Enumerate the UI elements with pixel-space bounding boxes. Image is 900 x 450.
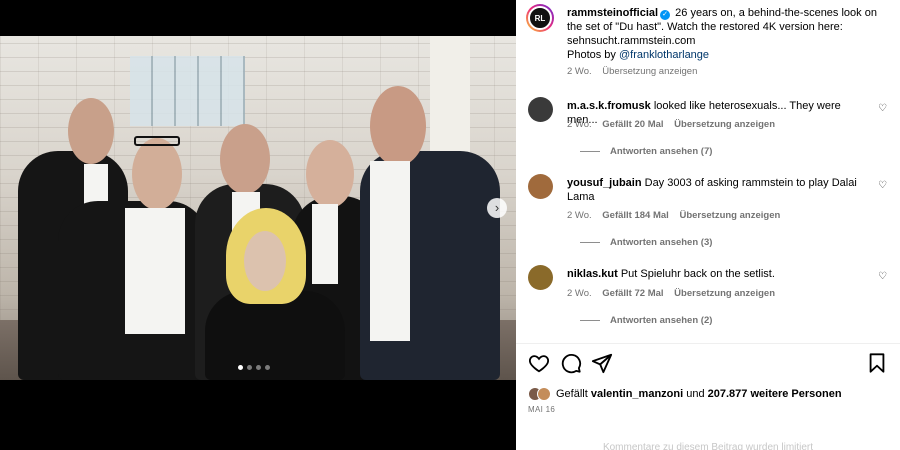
author-username[interactable]: rammsteinofficial bbox=[567, 7, 658, 19]
likes-middle: und bbox=[686, 388, 705, 400]
comment-meta: 2 Wo. Gefällt 184 Mal Übersetzung anzeig… bbox=[567, 210, 788, 221]
likes-count[interactable]: 207.877 weitere Personen bbox=[708, 388, 842, 400]
comments-panel: RL rammsteinofficial ✓ 26 years on, a beh… bbox=[516, 0, 900, 450]
comment-body: niklas.kut Put Spieluhr back on the setl… bbox=[567, 267, 867, 281]
liker-avatar bbox=[537, 387, 551, 401]
comment-time: 2 Wo. bbox=[567, 288, 592, 299]
comment-body: yousuf_jubain Day 3003 of asking rammste… bbox=[567, 176, 867, 204]
comment-meta: 2 Wo. Gefällt 72 Mal Übersetzung anzeige… bbox=[567, 288, 783, 299]
glasses bbox=[134, 136, 180, 146]
carousel-dot bbox=[265, 365, 270, 370]
heart-icon[interactable]: ♡ bbox=[878, 180, 887, 191]
heart-icon[interactable] bbox=[528, 352, 550, 374]
band-member-head bbox=[68, 98, 114, 164]
comment-likes[interactable]: Gefällt 184 Mal bbox=[602, 210, 669, 221]
comment-icon[interactable] bbox=[560, 352, 582, 374]
author-avatar[interactable]: RL bbox=[526, 4, 554, 32]
comment-item: yousuf_jubain Day 3003 of asking rammste… bbox=[528, 174, 893, 248]
post-date: MAI 16 bbox=[528, 405, 556, 414]
view-replies-label: Antworten ansehen (3) bbox=[610, 237, 713, 248]
divider bbox=[516, 343, 900, 344]
photographer-link[interactable]: @franklotharlange bbox=[619, 49, 709, 61]
photos-by-label: Photos by bbox=[567, 49, 616, 61]
comment-text: Put Spieluhr back on the setlist. bbox=[620, 268, 775, 280]
commenter-username[interactable]: m.a.s.k.fromusk bbox=[567, 100, 651, 112]
instagram-post-view: › RL rammsteinofficial ✓ 26 years on, a b… bbox=[0, 0, 900, 450]
replies-line bbox=[580, 150, 600, 152]
comment-time: 2 Wo. bbox=[567, 210, 592, 221]
comments-limited-notice: Kommentare zu diesem Beitrag wurden limi… bbox=[602, 442, 814, 450]
commenter-username[interactable]: yousuf_jubain bbox=[567, 177, 642, 189]
comment-item: m.a.s.k.fromusk looked like heterosexual… bbox=[528, 97, 893, 159]
band-member-head bbox=[370, 86, 426, 166]
band-member bbox=[205, 291, 345, 380]
glass-block-window bbox=[130, 56, 245, 126]
view-replies-button[interactable]: Antworten ansehen (2) bbox=[580, 315, 712, 326]
carousel-dot bbox=[247, 365, 252, 370]
band-member-shirt bbox=[125, 208, 185, 334]
likes-prefix: Gefällt bbox=[556, 388, 588, 400]
view-replies-label: Antworten ansehen (2) bbox=[610, 315, 713, 326]
carousel-indicator bbox=[238, 365, 270, 370]
comment-item: niklas.kut Put Spieluhr back on the setl… bbox=[528, 265, 893, 327]
replies-line bbox=[580, 319, 600, 321]
band-member-head bbox=[306, 140, 354, 208]
band-member-head bbox=[244, 231, 286, 291]
commenter-avatar[interactable] bbox=[528, 265, 553, 290]
action-bar bbox=[528, 352, 890, 374]
author-avatar-image: RL bbox=[528, 6, 552, 30]
heart-icon[interactable]: ♡ bbox=[878, 103, 887, 114]
view-replies-label: Antworten ansehen (7) bbox=[610, 146, 713, 157]
band-member-shirt bbox=[370, 161, 410, 341]
caption-meta: 2 Wo. Übersetzung anzeigen bbox=[567, 65, 887, 79]
view-replies-button[interactable]: Antworten ansehen (7) bbox=[580, 146, 712, 157]
post-caption: rammsteinofficial ✓ 26 years on, a behind… bbox=[567, 6, 887, 79]
translate-link[interactable]: Übersetzung anzeigen bbox=[602, 66, 697, 77]
band-member-head bbox=[220, 124, 270, 194]
carousel-dot bbox=[256, 365, 261, 370]
liker-username[interactable]: valentin_manzoni bbox=[591, 388, 683, 400]
translate-link[interactable]: Übersetzung anzeigen bbox=[679, 210, 780, 221]
translate-link[interactable]: Übersetzung anzeigen bbox=[674, 288, 775, 299]
replies-line bbox=[580, 241, 600, 243]
verified-icon: ✓ bbox=[660, 10, 671, 20]
comment-time: 2 Wo. bbox=[567, 119, 592, 130]
comment-likes[interactable]: Gefällt 72 Mal bbox=[602, 288, 663, 299]
band-member-shirt bbox=[312, 204, 338, 284]
media-area: › bbox=[0, 0, 516, 450]
post-photo[interactable] bbox=[0, 36, 516, 380]
translate-link[interactable]: Übersetzung anzeigen bbox=[674, 119, 775, 130]
commenter-avatar[interactable] bbox=[528, 97, 553, 122]
carousel-dot bbox=[238, 365, 243, 370]
commenter-username[interactable]: niklas.kut bbox=[567, 268, 618, 280]
bookmark-icon[interactable] bbox=[866, 352, 888, 374]
chevron-right-icon[interactable]: › bbox=[487, 198, 507, 218]
comment-likes[interactable]: Gefällt 20 Mal bbox=[602, 119, 663, 130]
caption-time: 2 Wo. bbox=[567, 66, 592, 77]
view-replies-button[interactable]: Antworten ansehen (3) bbox=[580, 237, 712, 248]
band-member-head bbox=[132, 138, 182, 210]
heart-icon[interactable]: ♡ bbox=[878, 271, 887, 282]
likes-summary: Gefällt valentin_manzoni und 207.877 wei… bbox=[528, 387, 842, 401]
comment-meta: 2 Wo. Gefällt 20 Mal Übersetzung anzeige… bbox=[567, 119, 783, 130]
commenter-avatar[interactable] bbox=[528, 174, 553, 199]
share-icon[interactable] bbox=[591, 352, 613, 374]
